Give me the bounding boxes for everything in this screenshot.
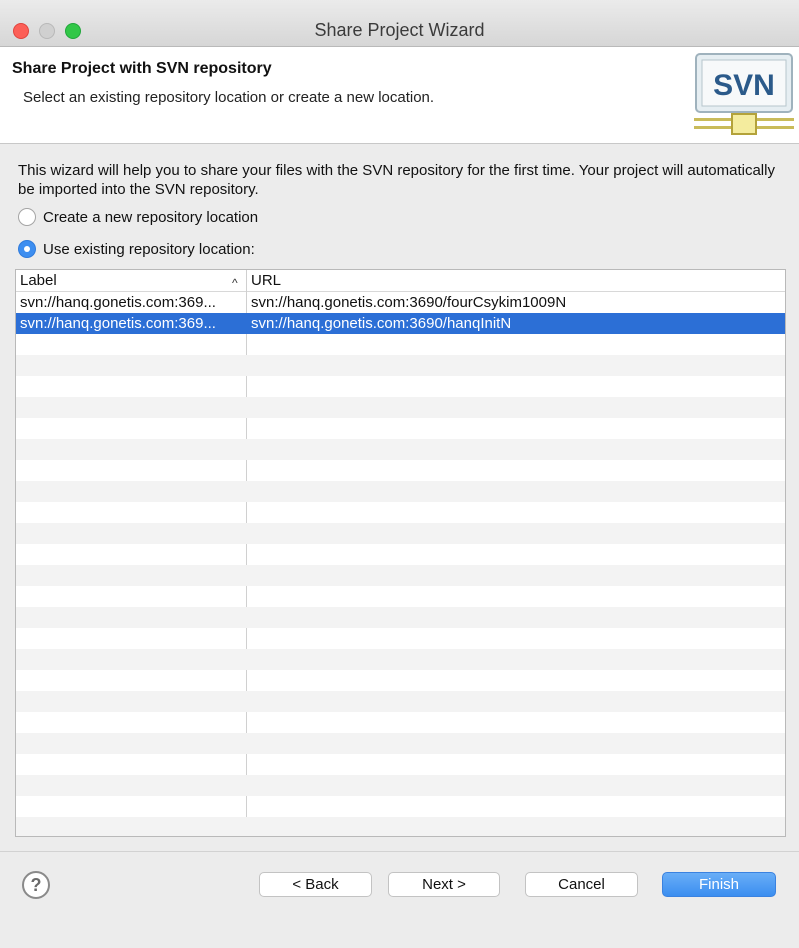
empty-table-row[interactable] bbox=[16, 754, 785, 775]
footer-divider bbox=[0, 851, 799, 852]
back-button[interactable]: < Back bbox=[259, 872, 372, 897]
empty-table-row[interactable] bbox=[16, 586, 785, 607]
empty-table-row[interactable] bbox=[16, 502, 785, 523]
next-button[interactable]: Next > bbox=[388, 872, 500, 897]
empty-table-row[interactable] bbox=[16, 523, 785, 544]
row-url-cell[interactable]: svn://hanq.gonetis.com:3690/fourCsykim10… bbox=[251, 292, 781, 313]
empty-table-row[interactable] bbox=[16, 691, 785, 712]
empty-table-row[interactable] bbox=[16, 775, 785, 796]
empty-table-row[interactable] bbox=[16, 418, 785, 439]
create-new-location-radio[interactable]: Create a new repository location bbox=[18, 207, 258, 227]
empty-table-row[interactable] bbox=[16, 628, 785, 649]
wizard-body: This wizard will help you to share your … bbox=[0, 144, 799, 850]
use-existing-location-radio[interactable]: Use existing repository location: bbox=[18, 239, 255, 259]
table-rows: svn://hanq.gonetis.com:369... svn://hanq.… bbox=[16, 292, 785, 836]
empty-table-row[interactable] bbox=[16, 607, 785, 628]
table-row[interactable]: svn://hanq.gonetis.com:369... svn://hanq.… bbox=[16, 313, 785, 334]
svn-logo-icon: SVN bbox=[694, 53, 794, 135]
empty-table-row[interactable] bbox=[16, 670, 785, 691]
cancel-button[interactable]: Cancel bbox=[525, 872, 638, 897]
row-label-cell[interactable]: svn://hanq.gonetis.com:369... bbox=[20, 313, 242, 334]
empty-table-row[interactable] bbox=[16, 460, 785, 481]
svn-logo-text: SVN bbox=[713, 69, 775, 102]
wizard-header: Share Project with SVN repository Select… bbox=[0, 47, 799, 144]
radio-unchecked-icon[interactable] bbox=[18, 208, 36, 226]
column-header-url[interactable]: URL bbox=[251, 270, 281, 291]
empty-table-row[interactable] bbox=[16, 355, 785, 376]
column-header-label[interactable]: Label ^ bbox=[20, 270, 245, 291]
empty-table-row[interactable] bbox=[16, 544, 785, 565]
share-project-wizard-window: Share Project Wizard Share Project with … bbox=[0, 0, 799, 948]
finish-button[interactable]: Finish bbox=[662, 872, 776, 897]
empty-table-row[interactable] bbox=[16, 397, 785, 418]
empty-table-row[interactable] bbox=[16, 481, 785, 502]
page-subtitle: Select an existing repository location o… bbox=[23, 89, 435, 106]
empty-table-row[interactable] bbox=[16, 376, 785, 397]
repository-location-table[interactable]: Label ^ URL svn://hanq.gonetis.com:369..… bbox=[15, 269, 786, 837]
chevron-up-icon[interactable]: ^ bbox=[232, 273, 238, 294]
empty-table-row[interactable] bbox=[16, 712, 785, 733]
table-row[interactable]: svn://hanq.gonetis.com:369... svn://hanq.… bbox=[16, 292, 785, 313]
row-url-cell[interactable]: svn://hanq.gonetis.com:3690/hanqInitN bbox=[251, 313, 781, 334]
radio-checked-icon[interactable] bbox=[18, 240, 36, 258]
row-label-cell[interactable]: svn://hanq.gonetis.com:369... bbox=[20, 292, 242, 313]
help-icon[interactable]: ? bbox=[22, 871, 50, 899]
column-header-label-text[interactable]: Label bbox=[20, 272, 57, 289]
table-header: Label ^ URL bbox=[16, 270, 785, 292]
use-existing-location-label[interactable]: Use existing repository location: bbox=[43, 241, 255, 258]
empty-table-row[interactable] bbox=[16, 649, 785, 670]
empty-table-row[interactable] bbox=[16, 565, 785, 586]
title-bar[interactable]: Share Project Wizard bbox=[0, 0, 799, 47]
wizard-description: This wizard will help you to share your … bbox=[18, 162, 775, 198]
empty-table-row[interactable] bbox=[16, 334, 785, 355]
page-title: Share Project with SVN repository bbox=[12, 60, 272, 77]
empty-table-row[interactable] bbox=[16, 817, 785, 836]
empty-table-row[interactable] bbox=[16, 796, 785, 817]
empty-table-row[interactable] bbox=[16, 439, 785, 460]
empty-table-row[interactable] bbox=[16, 733, 785, 754]
create-new-location-label[interactable]: Create a new repository location bbox=[43, 209, 258, 226]
window-title: Share Project Wizard bbox=[314, 20, 485, 40]
